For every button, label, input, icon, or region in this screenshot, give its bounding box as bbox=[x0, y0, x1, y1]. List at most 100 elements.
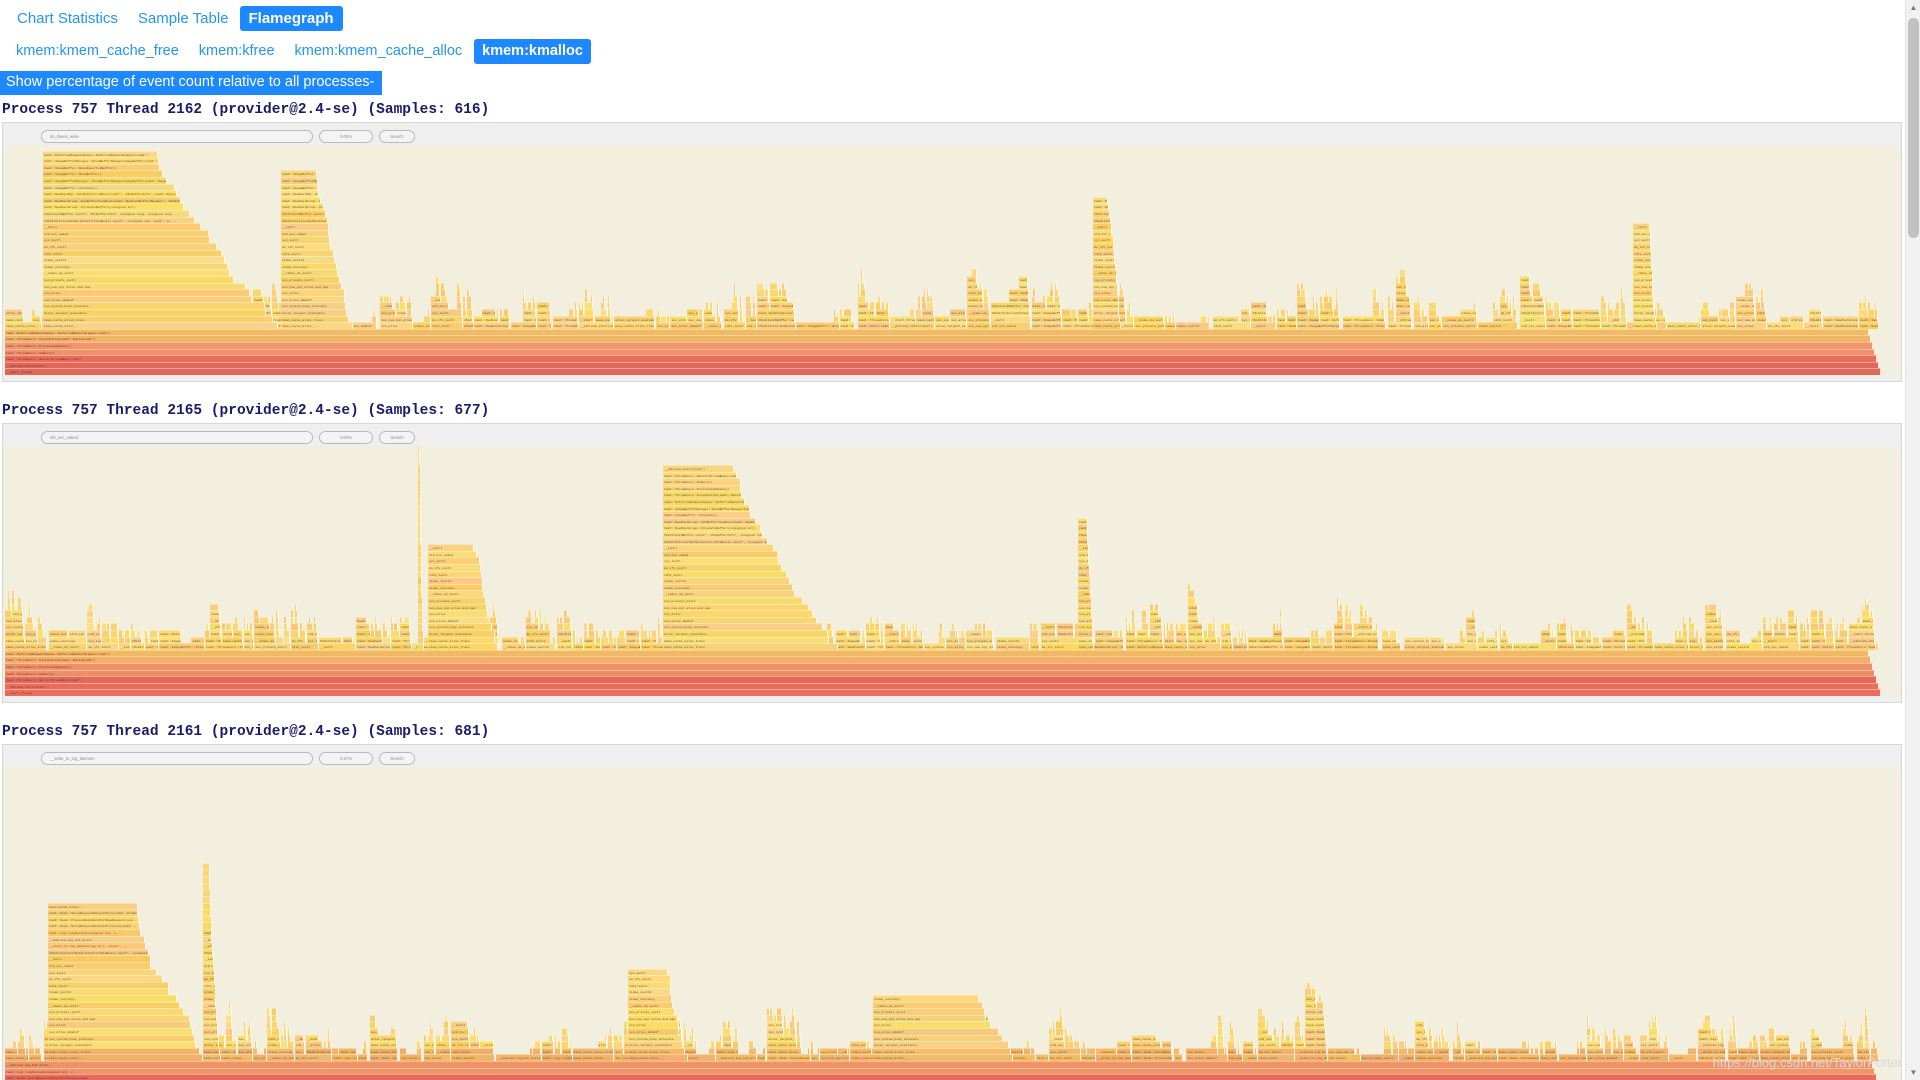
flame-frame[interactable]: ion_new_mgr_alloc_and_map bbox=[873, 1015, 986, 1022]
flame-frame[interactable]: CSLHtlInternalDefaultIoctl(CSLHandle con… bbox=[1763, 630, 1774, 637]
flame-frame[interactable]: CamX::ImageBufferManager::BindBufferMana… bbox=[617, 643, 641, 650]
flame-frame[interactable] bbox=[1388, 302, 1392, 309]
flame-frame[interactable] bbox=[1601, 302, 1607, 309]
flame-frame[interactable]: CamX::ImageBuffer::BindImportedBuffer() bbox=[1546, 316, 1561, 323]
flame-frame[interactable] bbox=[400, 302, 406, 309]
flame-frame[interactable]: __ioctl bbox=[1049, 1035, 1064, 1042]
flame-frame[interactable] bbox=[608, 309, 611, 316]
flame-frame[interactable] bbox=[288, 1028, 290, 1035]
flame-frame[interactable] bbox=[233, 623, 239, 630]
flame-frame[interactable]: CamX::ThreadCore::ProcessJobQueue() bbox=[663, 485, 741, 492]
flame-frame[interactable] bbox=[1381, 309, 1385, 316]
flame-frame[interactable] bbox=[710, 302, 713, 309]
flame-frame[interactable] bbox=[418, 505, 421, 512]
flame-frame[interactable]: ion_private_ioctl bbox=[967, 316, 990, 323]
flame-frame[interactable]: sys_ioctl bbox=[1041, 637, 1083, 644]
flame-frame[interactable] bbox=[1760, 1041, 1769, 1048]
flame-frame[interactable]: do_vfs_ioctl bbox=[1640, 1048, 1669, 1055]
flame-frame[interactable]: v4l2_ioctl bbox=[1857, 1054, 1871, 1061]
flame-frame[interactable]: ion_system_heap_allocate bbox=[370, 1028, 380, 1035]
flame-frame[interactable] bbox=[424, 1035, 428, 1042]
flame-frame[interactable] bbox=[540, 617, 543, 624]
flame-frame[interactable] bbox=[610, 1028, 613, 1035]
flame-frame[interactable] bbox=[1120, 630, 1123, 637]
flame-frame[interactable] bbox=[575, 309, 578, 316]
flame-frame[interactable]: __video_do_ioctl bbox=[254, 637, 276, 644]
flame-frame[interactable]: ion_private_ioctl bbox=[1736, 309, 1755, 316]
flame-frame[interactable] bbox=[811, 1041, 814, 1048]
flame-frame[interactable] bbox=[1211, 1041, 1217, 1048]
flame-frame[interactable] bbox=[1155, 604, 1159, 611]
flame-frame[interactable] bbox=[441, 283, 445, 290]
flame-frame[interactable]: __pthread_start(void*) bbox=[890, 322, 935, 329]
flame-frame[interactable]: ion_new_mgr_alloc_and_map bbox=[628, 1015, 678, 1022]
flame-frame[interactable]: ion_alloc bbox=[950, 309, 966, 316]
flame-frame[interactable] bbox=[1405, 1041, 1407, 1048]
flame-frame[interactable] bbox=[1788, 617, 1796, 624]
flame-frame[interactable] bbox=[877, 617, 879, 624]
flame-frame[interactable] bbox=[1030, 637, 1039, 644]
flame-frame[interactable] bbox=[987, 630, 993, 637]
flame-frame[interactable]: __write_to_log_daemon(log_id_t, iovec*, … bbox=[203, 942, 213, 949]
flame-frame[interactable]: video_ioctl2 bbox=[1624, 1041, 1634, 1048]
flame-frame[interactable]: do_vfs_ioctl bbox=[1049, 1054, 1081, 1061]
flame-frame[interactable]: sys_ioctl bbox=[1078, 557, 1089, 564]
flame-frame[interactable]: CamX::ThreadCore::DoWork() bbox=[1137, 630, 1150, 637]
flame-frame[interactable]: CamX::NewPoolGroup::AllocateBuffers(unsi… bbox=[1251, 302, 1267, 309]
flame-frame[interactable] bbox=[418, 531, 421, 538]
flame-frame[interactable] bbox=[20, 1035, 25, 1042]
flame-frame[interactable]: CamX::Node::ProcessNodeSinkPortNewReques… bbox=[542, 1041, 554, 1048]
flame-frame[interactable]: ion_new_mgr_alloc_and_map bbox=[244, 630, 254, 637]
flame-frame[interactable] bbox=[1840, 630, 1848, 637]
flame-frame[interactable]: __ioctl bbox=[1434, 1048, 1449, 1055]
flame-frame[interactable] bbox=[1659, 1035, 1661, 1042]
flame-frame[interactable]: ion_alloc_dmabuf bbox=[1705, 643, 1724, 650]
flame-frame[interactable]: do_vfs_ioctl bbox=[1726, 630, 1741, 637]
flame-frame[interactable]: CSLHtlInternalDefaultIoctl(CSLHandle con… bbox=[663, 538, 768, 545]
flame-frame[interactable] bbox=[1399, 1048, 1408, 1055]
flame-frame[interactable] bbox=[1803, 1041, 1806, 1048]
flame-frame[interactable]: ion_new_mgr_alloc_and_map bbox=[1811, 1054, 1855, 1061]
flame-frame[interactable] bbox=[5, 610, 12, 617]
flame-frame[interactable] bbox=[284, 637, 290, 644]
flame-frame[interactable] bbox=[916, 309, 922, 316]
flame-frame[interactable] bbox=[1132, 610, 1135, 617]
flame-frame[interactable]: sys_ioctl bbox=[1415, 1028, 1426, 1035]
flame-frame[interactable]: CamX::DeferredRequestQueue::DeferredWork… bbox=[1311, 643, 1333, 650]
flame-frame[interactable]: CamX::ImageBuffer::Allocate() bbox=[356, 630, 371, 637]
flame-frame[interactable]: do_vfs_ioctl bbox=[48, 975, 163, 982]
flame-frame[interactable] bbox=[1679, 630, 1683, 637]
flame-frame[interactable]: CSLHtlInternalDefaultIoctl(CSLHandle con… bbox=[1081, 1054, 1096, 1061]
flame-frame[interactable] bbox=[1132, 623, 1136, 630]
flame-frame[interactable] bbox=[1555, 1041, 1557, 1048]
flame-frame[interactable] bbox=[418, 465, 421, 472]
flame-frame[interactable] bbox=[535, 617, 539, 624]
flame-frame[interactable] bbox=[1384, 1048, 1393, 1055]
flame-frame[interactable] bbox=[1843, 1035, 1850, 1042]
flame-frame[interactable] bbox=[1315, 630, 1319, 637]
flame-frame[interactable]: CSLHtlInternalDefaultIoctl(CSLHandle con… bbox=[48, 949, 149, 956]
flame-frame[interactable] bbox=[418, 458, 420, 465]
flame-frame[interactable] bbox=[658, 623, 661, 630]
flame-frame[interactable] bbox=[609, 630, 613, 637]
flame-frame[interactable]: do_vfs_ioctl bbox=[1258, 1048, 1295, 1055]
flame-frame[interactable]: ion_new_mgr_alloc_and_map bbox=[1078, 604, 1092, 611]
flame-frame[interactable]: alloc_largest_available bbox=[1404, 643, 1445, 650]
flame-frame[interactable]: ion_private_ioctl bbox=[1442, 322, 1477, 329]
flame-frame[interactable]: ion_alloc bbox=[43, 289, 250, 296]
flame-frame[interactable] bbox=[1688, 1048, 1696, 1055]
flame-frame[interactable] bbox=[463, 296, 466, 303]
flame-frame[interactable] bbox=[1513, 296, 1515, 303]
flame-frame[interactable] bbox=[1393, 1035, 1397, 1042]
flame-frame[interactable] bbox=[549, 1035, 554, 1042]
flame-frame[interactable] bbox=[390, 296, 392, 303]
flame-frame[interactable] bbox=[734, 296, 738, 303]
flame-frame[interactable]: el0_svc_naked bbox=[1633, 230, 1651, 237]
flame-frame[interactable]: alloc_largest_available bbox=[1305, 1008, 1324, 1015]
flame-frame[interactable]: __ioctl bbox=[684, 1054, 716, 1061]
flame-frame[interactable]: CamX::ImageBufferManager::BindBufferMana… bbox=[1032, 302, 1047, 309]
flame-frame[interactable]: kmem_cache_alloc_trace bbox=[281, 316, 349, 323]
flame-frame[interactable]: kmem_cache_alloc_trace bbox=[48, 1048, 200, 1055]
flame-frame[interactable]: ion_alloc bbox=[1188, 643, 1221, 650]
flame-frame[interactable]: v4l2_ioctl bbox=[43, 250, 222, 257]
